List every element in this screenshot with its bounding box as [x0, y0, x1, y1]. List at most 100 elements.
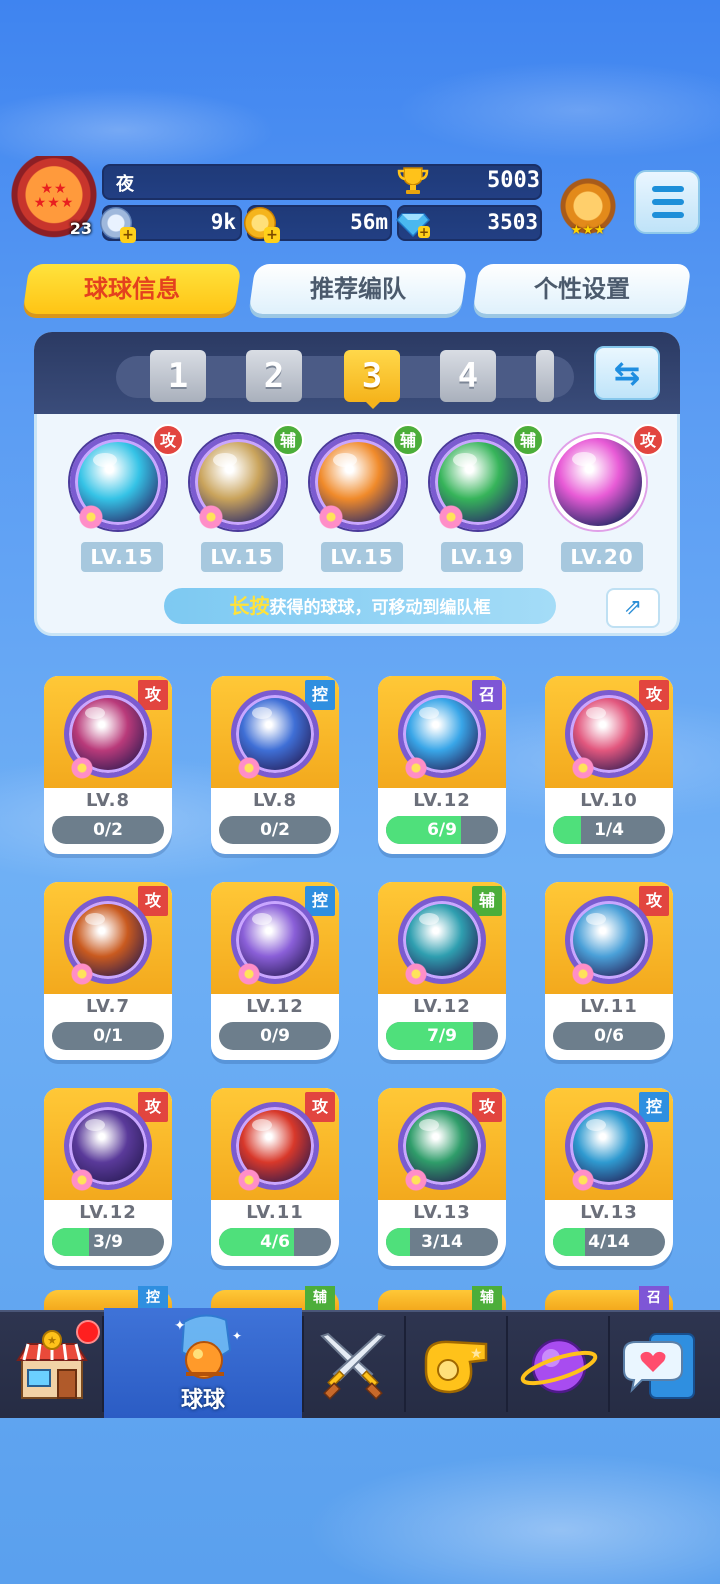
- upgrade-progress-text: 4/14: [588, 1232, 630, 1252]
- team-slot-3[interactable]: 3: [344, 350, 400, 402]
- support-type-badge: 辅: [472, 1286, 502, 1310]
- upgrade-progress-bar: 0/2: [52, 816, 164, 844]
- ball-card[interactable]: 攻 LV.7 0/1: [44, 882, 172, 1060]
- flower-icon: [238, 757, 260, 779]
- ball-card[interactable]: 攻 LV.12 3/9: [44, 1088, 172, 1266]
- ball-jar-icon: ✦ ✦: [174, 1314, 242, 1379]
- ball-icon: [398, 1102, 486, 1191]
- ball-card-partial[interactable]: 控: [44, 1286, 172, 1310]
- attack-type-badge: 攻: [138, 886, 168, 916]
- ball-card[interactable]: 攻 LV.8 0/2: [44, 676, 172, 854]
- ball-card-partial[interactable]: 辅: [211, 1286, 339, 1310]
- flower-icon: [439, 505, 463, 529]
- svg-text:✦: ✦: [232, 1329, 242, 1343]
- ball-card[interactable]: 控 LV.13 4/14: [545, 1088, 673, 1266]
- upgrade-progress-bar: 3/14: [386, 1228, 498, 1256]
- swap-team-button[interactable]: ⇆: [594, 346, 660, 400]
- flower-icon: [572, 963, 594, 985]
- team-tip: 长按获得的球球，可移动到编队框: [164, 588, 556, 624]
- flower-icon: [405, 963, 427, 985]
- flower-icon: [572, 1169, 594, 1191]
- upgrade-progress-text: 0/1: [93, 1026, 123, 1046]
- nav-label-balls: 球球: [180, 1388, 225, 1413]
- team-ball-1[interactable]: [70, 434, 166, 530]
- upgrade-progress-text: 1/4: [594, 820, 624, 840]
- crossed-swords-icon[interactable]: [312, 1330, 394, 1402]
- player-avatar[interactable]: ★★ ★★★ 23: [8, 156, 100, 242]
- ball-card[interactable]: 控 LV.8 0/2: [211, 676, 339, 854]
- ball-card[interactable]: 攻 LV.10 1/4: [545, 676, 673, 854]
- planet-icon[interactable]: [518, 1328, 600, 1404]
- team-ball-4[interactable]: [430, 434, 526, 530]
- ball-card[interactable]: 召 LV.12 6/9: [378, 676, 506, 854]
- tab-ball-info[interactable]: 球球信息: [22, 264, 242, 314]
- ball-icon: [231, 896, 319, 985]
- upgrade-progress-text: 7/9: [427, 1026, 457, 1046]
- attack-type-badge: 攻: [472, 1092, 502, 1122]
- flower-icon: [572, 757, 594, 779]
- ball-card[interactable]: 控 LV.12 0/9: [211, 882, 339, 1060]
- ball-icon: [398, 690, 486, 779]
- swap-arrows-icon: ⇆: [613, 354, 641, 392]
- share-button[interactable]: ⇗: [606, 588, 660, 628]
- support-type-badge: 辅: [272, 424, 304, 456]
- team-ball-3[interactable]: [310, 434, 406, 530]
- menu-button[interactable]: [634, 170, 700, 234]
- attack-type-badge: 攻: [152, 424, 184, 456]
- team-ball-level: LV.20: [561, 542, 643, 572]
- flower-icon: [71, 963, 93, 985]
- team-slot-4[interactable]: 4: [440, 350, 496, 402]
- ball-level: LV.8: [86, 790, 130, 811]
- svg-text:✦: ✦: [174, 1318, 186, 1334]
- upgrade-progress-bar: 1/4: [553, 816, 665, 844]
- player-level: 23: [69, 219, 92, 238]
- team-ball-level: LV.15: [81, 542, 163, 572]
- team-slot-2[interactable]: 2: [246, 350, 302, 402]
- team-slot-5-partial[interactable]: [536, 350, 554, 402]
- ball-card[interactable]: 攻 LV.13 3/14: [378, 1088, 506, 1266]
- ball-card[interactable]: 攻 LV.11 4/6: [211, 1088, 339, 1266]
- ball-card-partial[interactable]: 召: [545, 1286, 673, 1310]
- active-slot-indicator: [364, 400, 382, 409]
- ball-card-partial[interactable]: 辅: [378, 1286, 506, 1310]
- menu-icon: [652, 186, 684, 192]
- ball-level: LV.12: [79, 1202, 137, 1223]
- control-type-badge: 控: [639, 1092, 669, 1122]
- team-ball-2[interactable]: [190, 434, 286, 530]
- add-gold-icon[interactable]: +: [264, 227, 280, 243]
- shop-icon[interactable]: ★: [14, 1330, 90, 1402]
- gold-coin-icon[interactable]: +: [244, 207, 280, 243]
- summon-type-badge: 召: [639, 1286, 669, 1310]
- ball-card[interactable]: 辅 LV.12 7/9: [378, 882, 506, 1060]
- silver-coin-icon[interactable]: +: [100, 207, 136, 243]
- team-ball-level: LV.15: [321, 542, 403, 572]
- ball-level: LV.10: [580, 790, 638, 811]
- message-heart-icon[interactable]: [620, 1330, 700, 1402]
- add-coin-icon[interactable]: +: [120, 227, 136, 243]
- gem-icon[interactable]: +: [396, 206, 430, 238]
- ball-level: LV.12: [413, 996, 471, 1017]
- flower-icon: [199, 505, 223, 529]
- ball-card[interactable]: 攻 LV.11 0/6: [545, 882, 673, 1060]
- upgrade-progress-bar: 6/9: [386, 816, 498, 844]
- upgrade-progress-bar: 4/6: [219, 1228, 331, 1256]
- team-ball-level: LV.19: [441, 542, 523, 572]
- whistle-icon[interactable]: ★: [416, 1330, 496, 1402]
- ball-level: LV.12: [413, 790, 471, 811]
- attack-type-badge: 攻: [138, 680, 168, 710]
- svg-text:★: ★: [470, 1346, 483, 1362]
- trophy-icon: [397, 167, 429, 194]
- rank-stars: ★★★: [570, 223, 606, 238]
- attack-type-badge: 攻: [138, 1092, 168, 1122]
- team-slot-1[interactable]: 1: [150, 350, 206, 402]
- support-type-badge: 辅: [305, 1286, 335, 1310]
- tab-personal-settings[interactable]: 个性设置: [472, 264, 692, 314]
- upgrade-progress-text: 6/9: [427, 820, 457, 840]
- ball-icon: [64, 690, 152, 779]
- ball-icon: [565, 896, 653, 985]
- flower-icon: [79, 505, 103, 529]
- team-ball-5[interactable]: [550, 434, 646, 530]
- rank-medal-icon[interactable]: ★★★: [556, 174, 620, 238]
- support-type-badge: 辅: [392, 424, 424, 456]
- tab-recommended-team[interactable]: 推荐编队: [248, 264, 468, 314]
